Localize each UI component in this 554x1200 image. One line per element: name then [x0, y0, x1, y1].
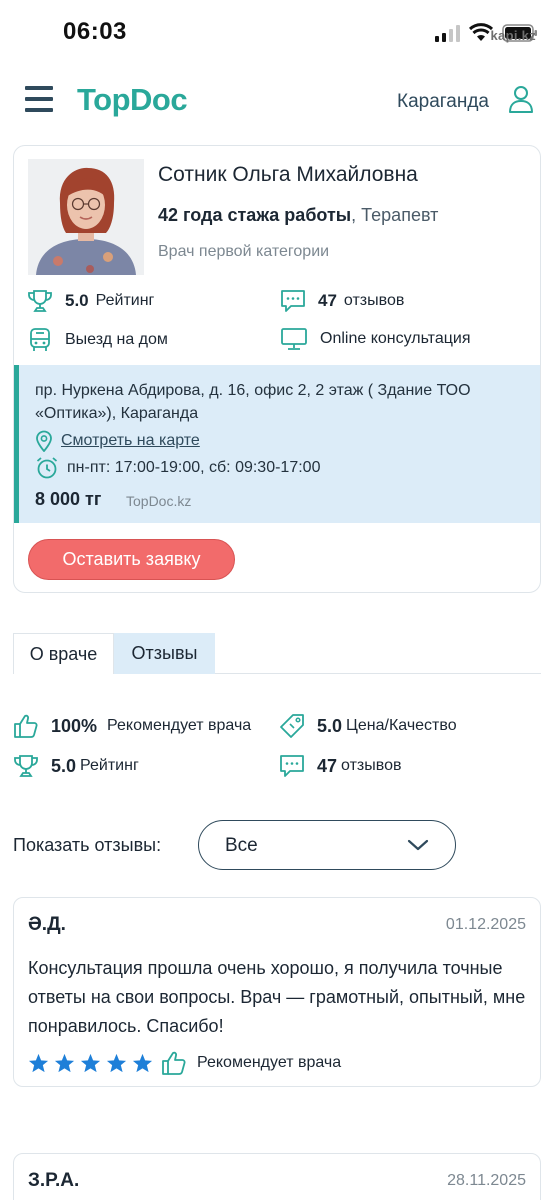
- tab-reviews[interactable]: Отзывы: [114, 633, 215, 674]
- status-bar: 06:03 kapi.kz: [0, 0, 554, 62]
- home-visit-label: Выезд на дом: [65, 331, 168, 348]
- recommend-value: 100%: [51, 715, 98, 736]
- rating-label: Рейтинг: [95, 292, 155, 309]
- tab-bar: О враче Отзывы: [13, 633, 541, 674]
- review-author: Ә.Д.: [28, 914, 66, 935]
- rating-summary-value: 5.0: [51, 755, 77, 776]
- review-recommend: Рекомендует врача: [197, 1054, 342, 1071]
- doctor-category: Врач первой категории: [158, 243, 330, 260]
- star-icon: [106, 1053, 127, 1073]
- filter-label: Показать отзывы:: [13, 835, 162, 855]
- trophy-icon: [14, 755, 38, 777]
- submit-request-button[interactable]: Оставить заявку: [28, 539, 235, 580]
- star-icon: [80, 1053, 101, 1073]
- reviews-summary-label: отзывов: [341, 757, 402, 774]
- review-text: Консультация прошла очень хорошо, я полу…: [28, 958, 526, 1036]
- review-card: З.Р.А. 28.11.2025: [13, 1153, 541, 1200]
- recommend-summary: 100% Рекомендует врача: [13, 713, 251, 739]
- doctor-card: Сотник Ольга Михайловна 42 года стажа ра…: [13, 145, 541, 593]
- reviews-filter-select[interactable]: Все: [198, 820, 456, 870]
- rating-stat: 5.0 Рейтинг: [27, 289, 154, 313]
- working-hours: пн-пт: 17:00-19:00, сб: 09:30-17:00: [35, 456, 320, 480]
- rating-value: 5.0: [65, 291, 89, 310]
- user-icon[interactable]: [508, 85, 534, 113]
- doctor-experience-line: 42 года стажа работы, Терапевт: [158, 205, 438, 226]
- city-selector[interactable]: Караганда: [397, 91, 489, 113]
- rating-summary-label: Рейтинг: [80, 757, 139, 774]
- chat-icon: [281, 290, 305, 312]
- star-icon: [54, 1053, 75, 1073]
- reviews-count: 47: [318, 291, 337, 310]
- menu-icon[interactable]: [25, 86, 53, 112]
- price-quality-label: Цена/Качество: [346, 717, 457, 734]
- map-pin-icon: [36, 430, 52, 452]
- monitor-icon: [281, 328, 307, 350]
- tab-about-doctor[interactable]: О враче: [13, 633, 114, 674]
- hours-label: пн-пт: 17:00-19:00, сб: 09:30-17:00: [67, 459, 321, 476]
- reviews-summary: 47 отзывов: [279, 754, 401, 778]
- map-link-label[interactable]: Смотреть на карте: [61, 432, 200, 450]
- status-time: 06:03: [63, 18, 127, 45]
- review-date: 01.12.2025: [445, 916, 526, 933]
- star-icon: [28, 1053, 49, 1073]
- chat-icon: [280, 755, 304, 777]
- filter-value: Все: [225, 835, 258, 856]
- price: 8 000 тг: [35, 489, 102, 509]
- review-footer: Рекомендует врача: [28, 1050, 341, 1076]
- reviews-summary-count: 47: [317, 755, 338, 776]
- app-header: TopDoc Караганда: [0, 70, 554, 132]
- reviews-label: отзывов: [343, 292, 405, 309]
- chevron-down-icon: [407, 839, 429, 851]
- address-text: пр. Нуркена Абдирова, д. 16, офис 2, 2 э…: [35, 382, 471, 422]
- price-quality-summary: 5.0 Цена/Качество: [279, 713, 457, 739]
- signal-icon: [435, 24, 460, 42]
- online-label: Online консультация: [320, 330, 471, 347]
- doctor-name[interactable]: Сотник Ольга Михайловна: [158, 163, 418, 187]
- home-visit-stat: Выезд на дом: [27, 327, 168, 353]
- doctor-specialty: , Терапевт: [351, 205, 439, 225]
- doctor-photo[interactable]: [28, 159, 144, 275]
- review-card: Ә.Д. 01.12.2025 Консультация прошла очен…: [13, 897, 541, 1087]
- price-quality-value: 5.0: [317, 715, 343, 736]
- bus-icon: [30, 328, 50, 351]
- price-tag-icon: [280, 714, 304, 738]
- review-author: З.Р.А.: [28, 1170, 80, 1191]
- star-icon: [132, 1053, 153, 1073]
- review-stars: [28, 1053, 153, 1073]
- trophy-icon: [28, 290, 52, 312]
- thumbs-up-icon: [162, 1051, 186, 1075]
- thumbs-up-icon: [14, 714, 38, 738]
- recommend-label: Рекомендует врача: [107, 717, 252, 734]
- rating-summary: 5.0 Рейтинг: [13, 754, 139, 778]
- watermark: kapi.kz: [490, 28, 536, 43]
- logo[interactable]: TopDoc: [77, 82, 188, 118]
- map-link[interactable]: Смотреть на карте: [35, 430, 200, 452]
- reviews-stat[interactable]: 47 отзывов: [280, 289, 404, 313]
- alarm-clock-icon: [36, 457, 58, 479]
- address-box: пр. Нуркена Абдирова, д. 16, офис 2, 2 э…: [14, 365, 540, 523]
- doctor-experience: 42 года стажа работы: [158, 205, 352, 225]
- price-source: TopDoc.kz: [126, 493, 192, 509]
- online-stat: Online консультация: [280, 327, 471, 351]
- review-date: 28.11.2025: [447, 1172, 526, 1189]
